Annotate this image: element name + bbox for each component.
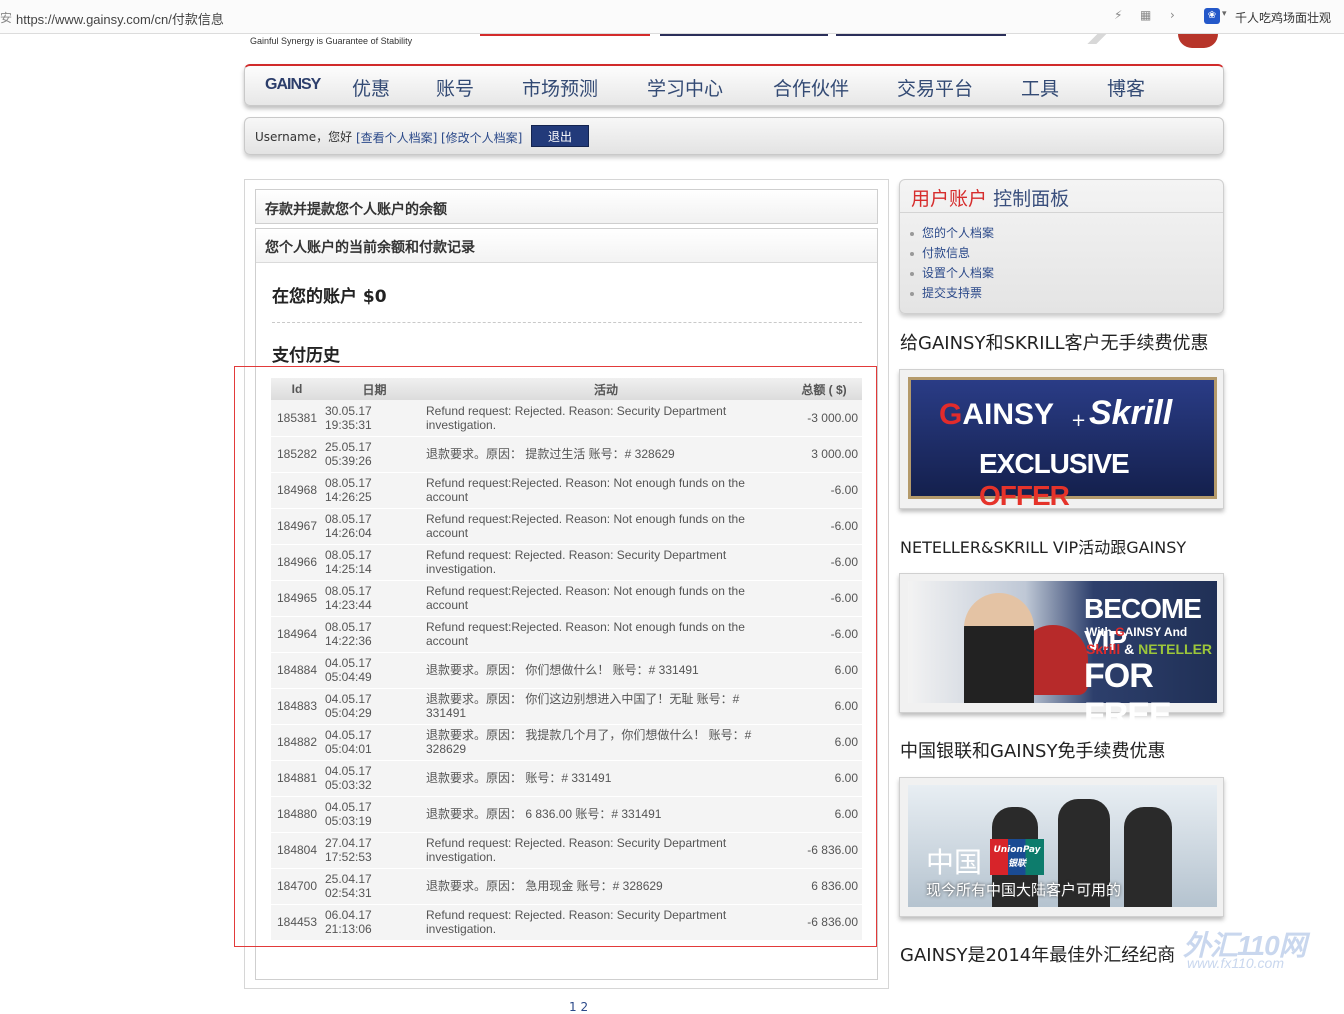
exclusive-offer-text: EXCLUSIVE OFFER	[979, 448, 1214, 512]
box-header: 您个人账户的当前余额和付款记录	[256, 229, 877, 263]
bullet-icon	[910, 251, 914, 256]
panel-link-payment-info[interactable]: 付款信息	[910, 244, 994, 264]
paw-extension-icon[interactable]: ❀	[1204, 8, 1220, 24]
nav-item-promotions[interactable]: 优惠	[352, 74, 390, 101]
header-accent-navy	[836, 34, 1006, 36]
panel-title: 用户账户 控制面板	[911, 184, 1069, 211]
site-logo[interactable]: GAINSY	[265, 76, 321, 94]
logo-letter: G	[1115, 625, 1125, 639]
banner-caption: 现今所有中国大陆客户可用的	[926, 881, 1122, 899]
account-control-panel: 用户账户 控制面板 您的个人档案 付款信息 设置个人档案 提交支持票	[899, 179, 1224, 314]
site-tagline: Gainful Synergy is Guarantee of Stabilit…	[250, 36, 413, 46]
banner-for-free: FOR FREE	[1084, 657, 1172, 734]
promo-card-vip[interactable]: BECOME VIP With GAINSY And Skrill & NETE…	[899, 573, 1224, 734]
account-balance: 在您的账户 $0	[272, 287, 387, 307]
vip-banner[interactable]: BECOME VIP With GAINSY And Skrill & NETE…	[908, 581, 1217, 734]
watermark-url: www.fx110.com	[1187, 955, 1284, 971]
exclusive-word: EXCLUSIVE	[979, 448, 1130, 479]
person-image	[1124, 807, 1172, 907]
box-title: 您个人账户的当前余额和付款记录	[265, 240, 475, 256]
panel-title-blue: 控制面板	[993, 188, 1070, 210]
logout-button[interactable]: 退出	[531, 125, 589, 147]
banner-partners: Skrill & NETELLER	[1086, 641, 1212, 657]
ampersand: &	[1120, 641, 1139, 657]
divider	[900, 212, 1223, 213]
unionpay-logo: UnionPay 银联	[990, 839, 1044, 875]
panel-title-red: 用户账户	[911, 188, 988, 210]
payment-history-title: 支付历史	[272, 346, 340, 366]
promo-title-award[interactable]: GAINSY是2014年最佳外汇经纪商	[900, 941, 1175, 967]
panel-link-profile[interactable]: 您的个人档案	[910, 224, 994, 244]
browser-toolbar: 安 https://www.gainsy.com/cn/付款信息 ⚡ ▦ › ❀…	[0, 0, 1344, 34]
grid-icon[interactable]: ▦	[1140, 8, 1151, 22]
news-ticker[interactable]: 千人吃鸡场面壮观	[1235, 9, 1331, 26]
main-nav: GAINSY 优惠 账号 市场预测 学习中心 合作伙伴 交易平台 工具 博客	[244, 64, 1224, 106]
skrill-word: Skrill	[1086, 641, 1121, 657]
bullet-icon	[910, 291, 914, 296]
nav-item-market-forecast[interactable]: 市场预测	[522, 74, 598, 101]
logo-text: AINSY	[1124, 625, 1162, 639]
section-title: 存款并提款您个人账户的余额	[265, 202, 447, 218]
lightning-icon[interactable]: ⚡	[1114, 8, 1122, 22]
nav-item-blog[interactable]: 博客	[1107, 74, 1145, 101]
chevron-right-icon[interactable]: ›	[1170, 8, 1175, 22]
panel-links: 您的个人档案 付款信息 设置个人档案 提交支持票	[910, 224, 994, 304]
bullet-icon	[910, 271, 914, 276]
header-accent-red	[480, 34, 650, 36]
chevron-down-icon[interactable]: ▾	[1222, 9, 1227, 19]
panel-link-label[interactable]: 提交支持票	[922, 286, 982, 300]
and-word: And	[1161, 625, 1188, 639]
panel-link-support-ticket[interactable]: 提交支持票	[910, 284, 994, 304]
banner-with-gainsy: With GAINSY And	[1086, 625, 1187, 639]
banner-gainsy-logo: GAINSY	[939, 398, 1054, 432]
view-profile-link[interactable]: [查看个人档案]	[356, 129, 437, 146]
address-bar[interactable]: https://www.gainsy.com/cn/付款信息	[16, 9, 224, 28]
pagination[interactable]: 1 2	[569, 1000, 588, 1014]
nav-item-tools[interactable]: 工具	[1021, 74, 1059, 101]
user-greeting: Username，您好	[255, 130, 353, 144]
skrill-offer-banner[interactable]: GAINSY + Skrill EXCLUSIVE OFFER	[908, 377, 1217, 511]
header-accent-navy	[660, 34, 828, 36]
nav-item-partners[interactable]: 合作伙伴	[773, 74, 849, 101]
panel-link-settings[interactable]: 设置个人档案	[910, 264, 994, 284]
nav-item-trading-platform[interactable]: 交易平台	[897, 74, 973, 101]
promo-card-skrill[interactable]: GAINSY + Skrill EXCLUSIVE OFFER	[899, 369, 1224, 511]
highlight-annotation-box	[234, 366, 877, 947]
bullet-icon	[910, 231, 914, 236]
header-decoration	[1070, 34, 1120, 44]
businessman-image	[964, 593, 1034, 703]
offer-word: OFFER	[979, 480, 1070, 511]
edit-profile-link[interactable]: [修改个人档案]	[441, 129, 522, 146]
promo-title-unionpay[interactable]: 中国银联和GAINSY免手续费优惠	[900, 737, 1165, 763]
nav-item-learning-center[interactable]: 学习中心	[647, 74, 723, 101]
plus-icon: +	[1071, 410, 1087, 431]
logo-text: AINSY	[962, 398, 1055, 431]
china-text: 中国	[926, 846, 983, 879]
divider	[272, 322, 862, 323]
security-indicator[interactable]: 安	[0, 9, 12, 26]
mascot-image	[1178, 34, 1218, 48]
user-bar: Username，您好 [查看个人档案] [修改个人档案] 退出	[244, 117, 1224, 155]
promo-card-unionpay[interactable]: 中国 UnionPay 银联 现今所有中国大陆客户可用的	[899, 777, 1224, 917]
deposit-withdraw-section: 存款并提款您个人账户的余额	[255, 189, 878, 224]
neteller-word: NETELLER	[1138, 641, 1213, 657]
panel-link-label[interactable]: 您的个人档案	[922, 226, 994, 240]
panel-link-label[interactable]: 付款信息	[922, 246, 970, 260]
nav-item-accounts[interactable]: 账号	[436, 74, 474, 101]
promo-title-vip[interactable]: NETELLER&SKRILL VIP活动跟GAINSY	[900, 534, 1186, 558]
promo-title-skrill[interactable]: 给GAINSY和SKRILL客户无手续费优惠	[900, 329, 1209, 355]
skrill-logo: Skrill	[1089, 394, 1173, 432]
unionpay-banner[interactable]: 中国 UnionPay 银联 现今所有中国大陆客户可用的	[908, 785, 1217, 907]
panel-link-label[interactable]: 设置个人档案	[922, 266, 994, 280]
with-word: With	[1086, 625, 1116, 639]
logo-letter: G	[939, 398, 963, 431]
